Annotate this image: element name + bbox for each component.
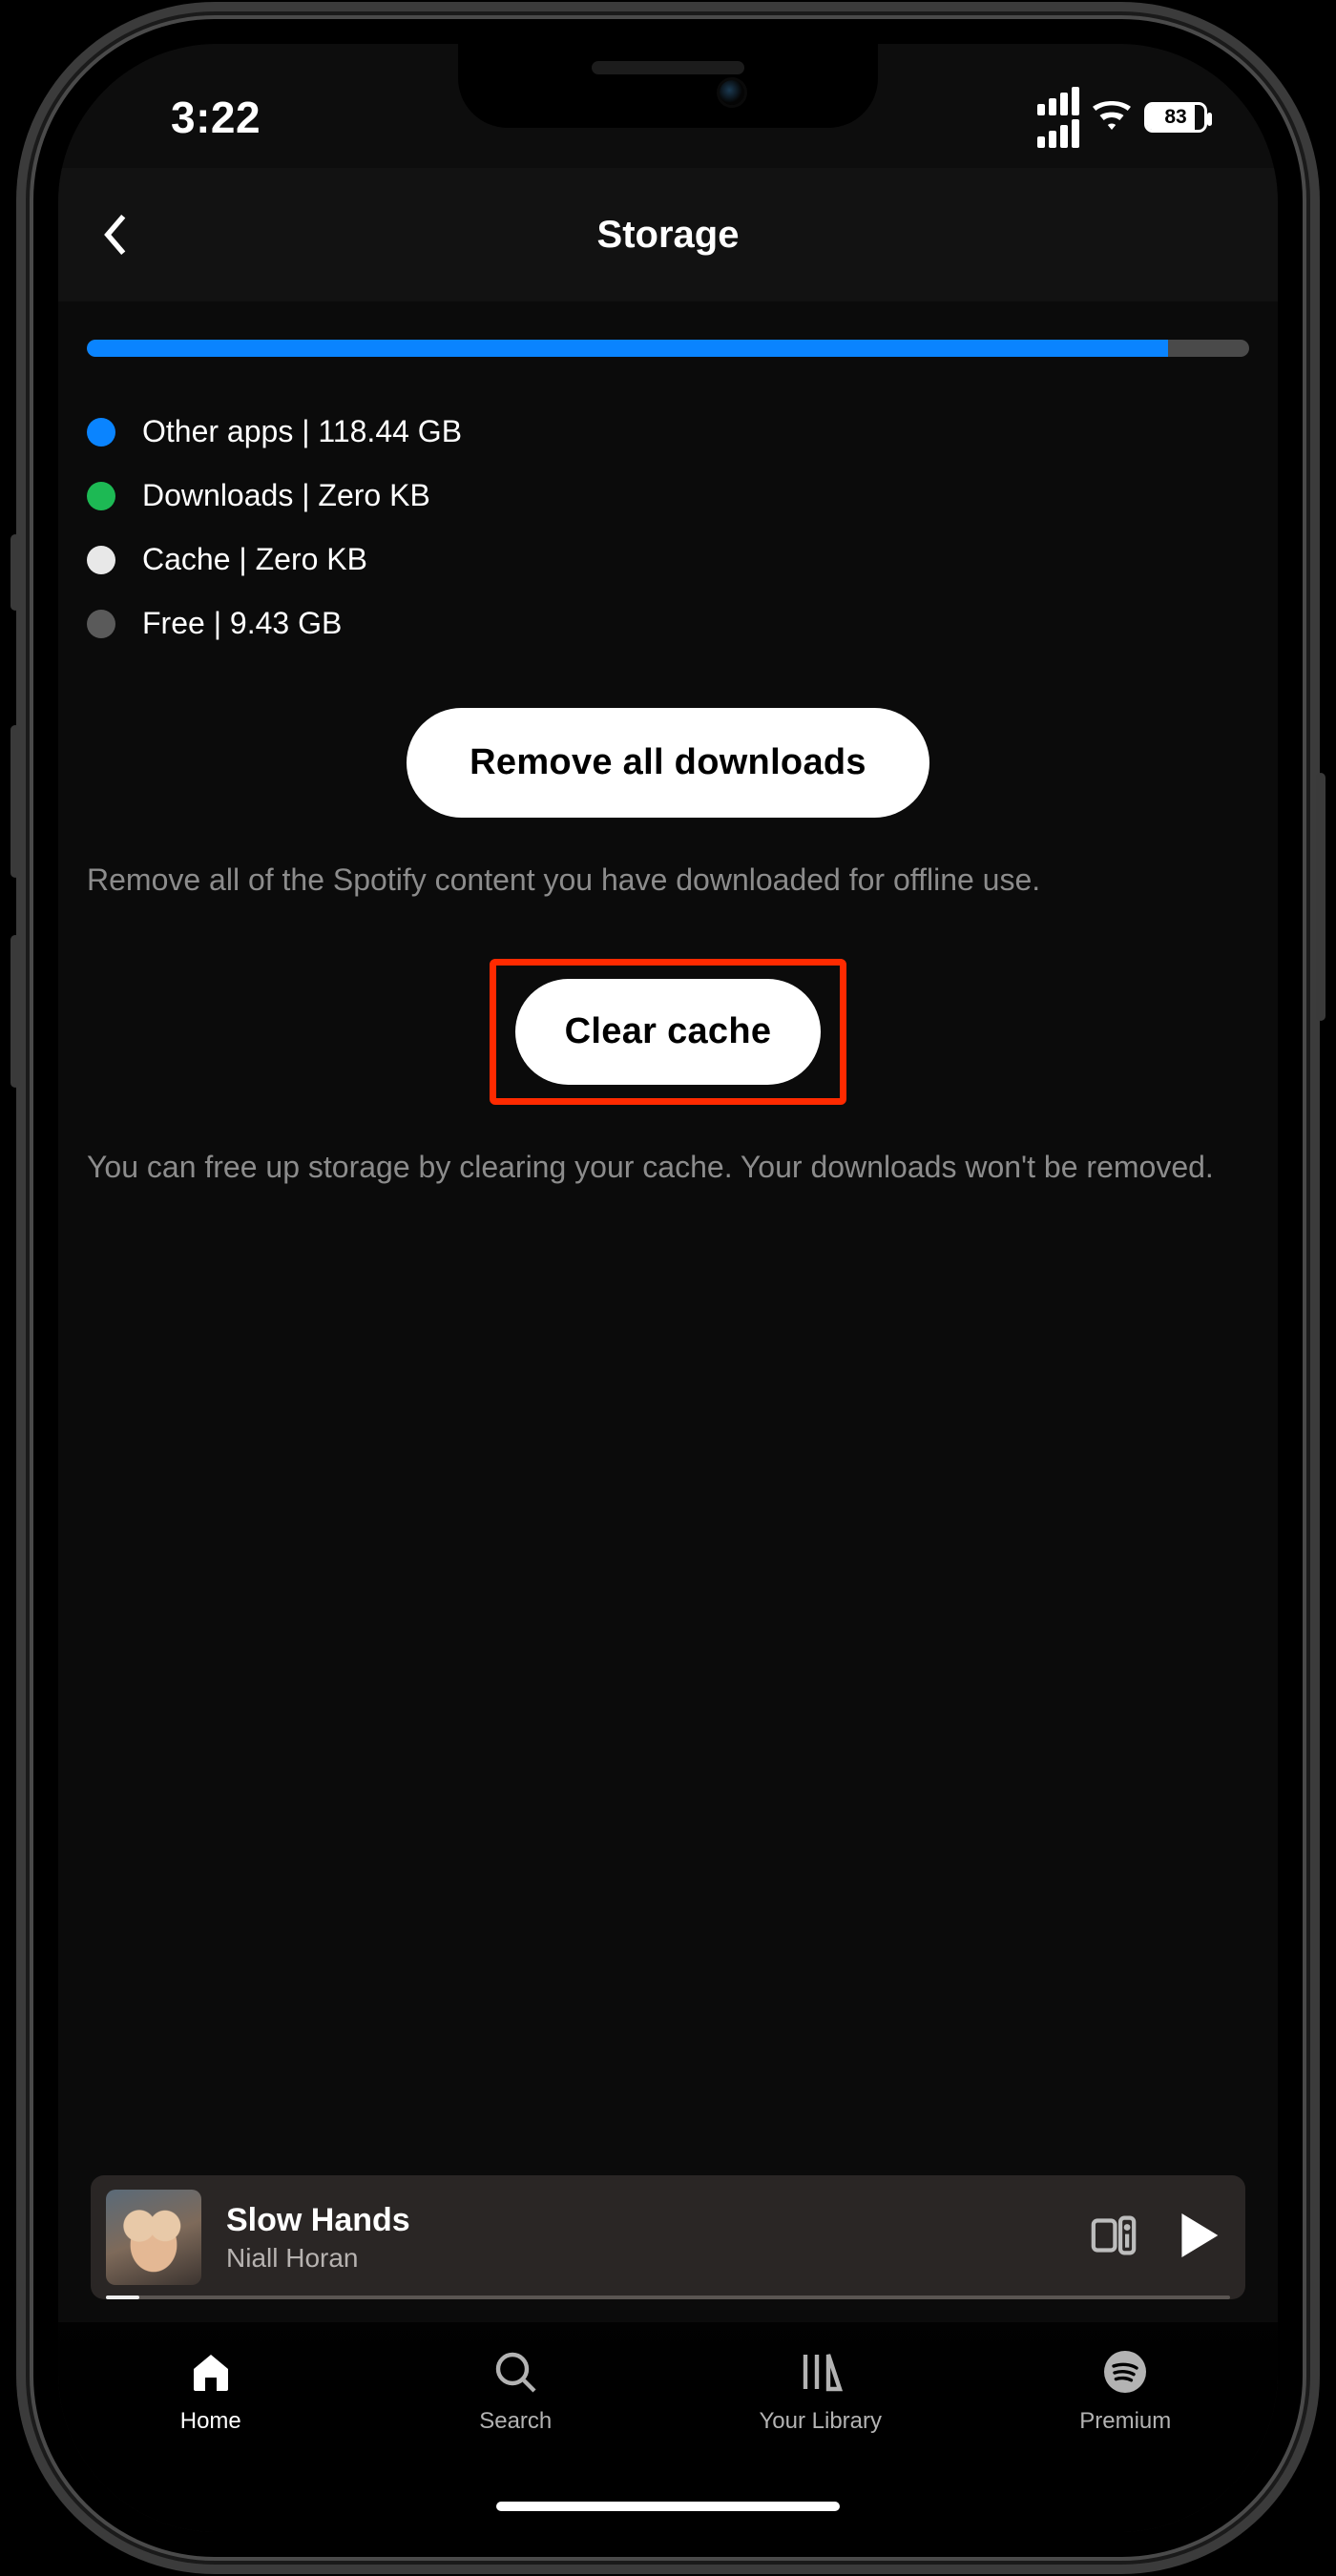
remove-downloads-button[interactable]: Remove all downloads [407, 708, 929, 818]
legend-dot-icon [87, 482, 115, 510]
nav-label: Premium [1079, 2408, 1171, 2435]
now-playing-title: Slow Hands [226, 2202, 1066, 2239]
legend-label: Downloads | Zero KB [142, 478, 430, 513]
legend-dot-icon [87, 610, 115, 638]
nav-label: Your Library [759, 2408, 882, 2435]
clear-cache-button[interactable]: Clear cache [515, 979, 822, 1085]
cellular-signal-icon [1037, 87, 1079, 148]
clear-cache-description: You can free up storage by clearing your… [87, 1145, 1249, 1189]
search-icon [492, 2349, 538, 2395]
nav-label: Search [479, 2408, 552, 2435]
play-icon[interactable] [1179, 2213, 1219, 2262]
legend-row: Other apps | 118.44 GB [87, 414, 1249, 449]
wifi-icon [1093, 101, 1131, 135]
storage-legend: Other apps | 118.44 GB Downloads | Zero … [87, 414, 1249, 641]
nav-home[interactable]: Home [58, 2349, 364, 2435]
legend-label: Free | 9.43 GB [142, 606, 342, 641]
volume-up-button [10, 725, 20, 878]
legend-label: Other apps | 118.44 GB [142, 414, 462, 449]
volume-down-button [10, 935, 20, 1088]
nav-search[interactable]: Search [364, 2349, 669, 2435]
nav-premium[interactable]: Premium [973, 2349, 1279, 2435]
library-icon [798, 2349, 844, 2395]
battery-icon: 83 [1144, 102, 1207, 133]
power-button [1316, 773, 1326, 1021]
home-indicator[interactable] [496, 2502, 840, 2511]
now-playing-artist: Niall Horan [226, 2243, 1066, 2274]
status-time: 3:22 [129, 92, 261, 143]
phone-frame: 3:22 83 Storage [33, 19, 1303, 2557]
storage-bar [87, 340, 1249, 357]
legend-label: Cache | Zero KB [142, 542, 367, 577]
nav-label: Home [180, 2408, 241, 2435]
notch [458, 44, 878, 128]
album-art [106, 2190, 201, 2285]
spotify-icon [1102, 2349, 1148, 2395]
devices-icon[interactable] [1091, 2214, 1137, 2261]
storage-bar-fill [87, 340, 1168, 357]
legend-row: Downloads | Zero KB [87, 478, 1249, 513]
nav-library[interactable]: Your Library [668, 2349, 973, 2435]
remove-downloads-description: Remove all of the Spotify content you ha… [87, 858, 1249, 902]
chevron-left-icon [102, 214, 129, 256]
page-header: Storage [58, 168, 1278, 301]
mute-switch [10, 534, 20, 611]
back-button[interactable] [87, 206, 144, 263]
now-playing-bar[interactable]: Slow Hands Niall Horan [91, 2175, 1245, 2299]
bottom-nav: Home Search Your Library Premium [58, 2322, 1278, 2532]
page-title: Storage [58, 214, 1278, 257]
battery-percent: 83 [1147, 105, 1204, 130]
legend-dot-icon [87, 418, 115, 447]
now-playing-progress [106, 2296, 1230, 2299]
home-icon [188, 2349, 234, 2395]
front-camera-icon [720, 80, 744, 105]
legend-dot-icon [87, 546, 115, 574]
legend-row: Free | 9.43 GB [87, 606, 1249, 641]
clear-cache-highlight: Clear cache [490, 959, 847, 1105]
legend-row: Cache | Zero KB [87, 542, 1249, 577]
